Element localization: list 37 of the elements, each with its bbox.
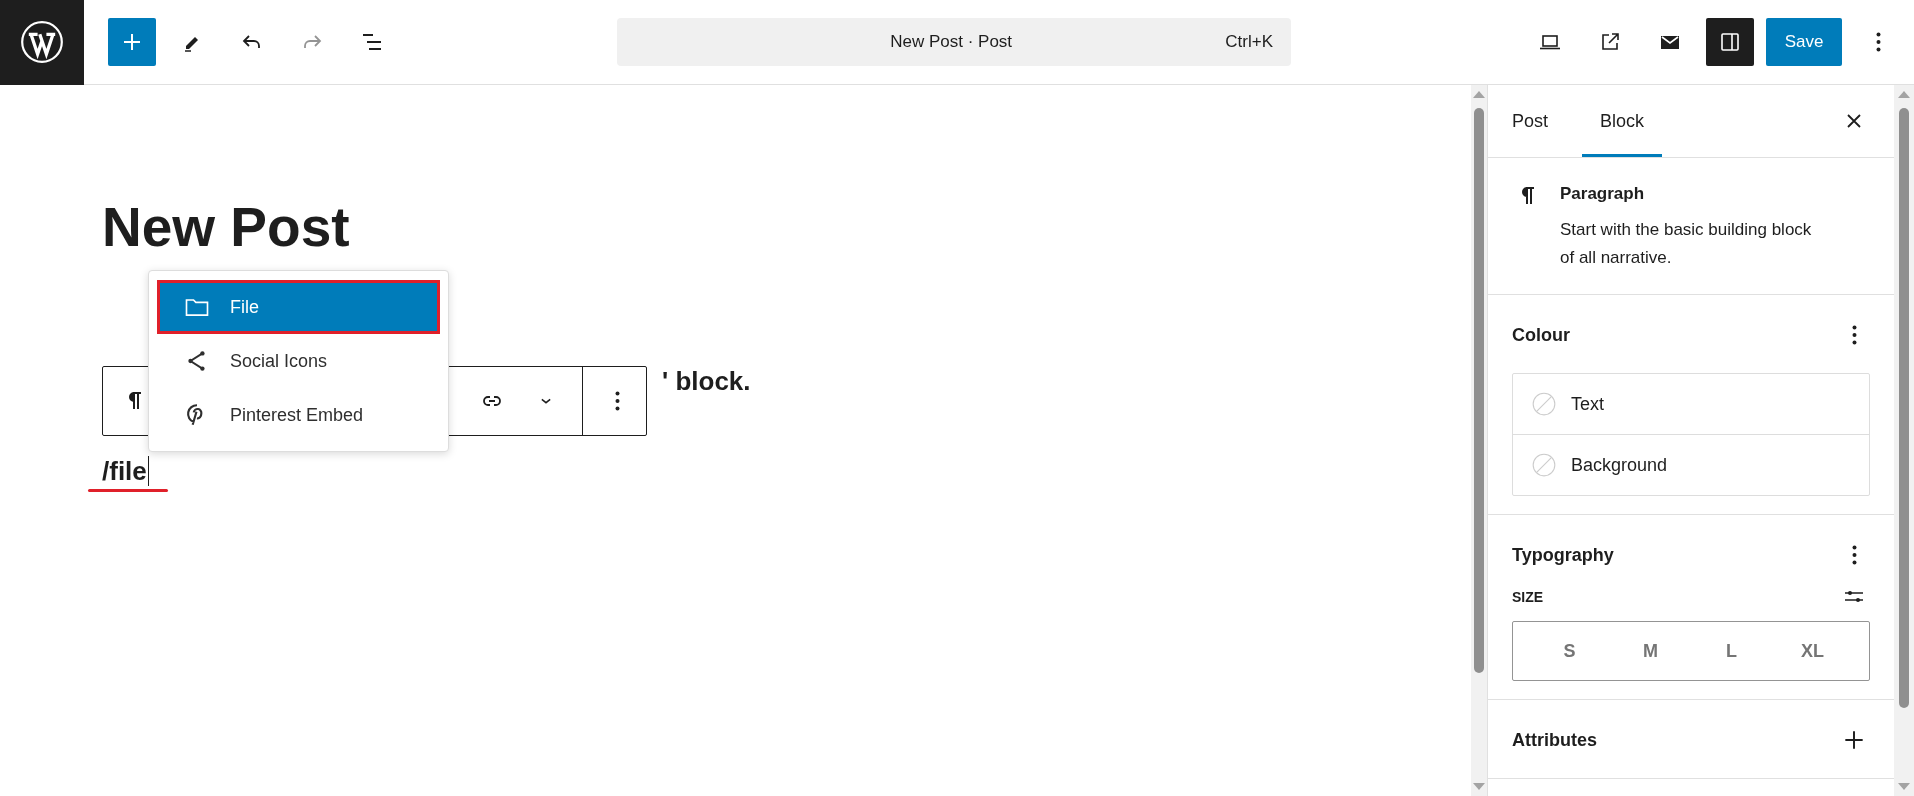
shortcut-label: Ctrl+K <box>1225 32 1274 52</box>
more-icon <box>1851 325 1857 345</box>
no-color-icon <box>1531 452 1557 478</box>
sidebar-icon <box>1718 30 1742 54</box>
color-option[interactable]: Background <box>1513 434 1869 495</box>
post-title[interactable]: New Post <box>102 195 1471 259</box>
paragraph-text[interactable]: /file <box>102 455 147 487</box>
color-option[interactable]: Text <box>1513 374 1869 434</box>
sidebar-tab[interactable]: Post <box>1510 85 1567 157</box>
menu-item[interactable]: File <box>157 280 440 334</box>
settings-button[interactable] <box>1706 18 1754 66</box>
text-cursor <box>147 456 149 486</box>
menu-item[interactable]: Social Icons <box>157 334 440 388</box>
document-title: New Post · Post <box>889 32 1014 52</box>
panel-title[interactable]: Attributes <box>1512 729 1597 751</box>
logo-icon[interactable] <box>0 0 84 85</box>
more-icon <box>1875 32 1881 52</box>
block-name: Paragraph <box>1560 184 1646 204</box>
block-description: Start with the basic building block of all narrative. <box>1560 219 1813 269</box>
size-option[interactable]: M <box>1610 622 1691 680</box>
more-icon <box>614 391 620 411</box>
size-option[interactable]: S <box>1529 622 1610 680</box>
menu-item[interactable]: Pinterest Embed <box>157 388 440 442</box>
no-color-icon <box>1531 391 1557 417</box>
size-label: SIZE <box>1512 589 1544 605</box>
paragraph-text: ' block. <box>662 365 751 397</box>
command-bar[interactable]: New Post · Post Ctrl+K <box>617 18 1291 66</box>
add-block-button[interactable] <box>108 18 156 66</box>
scrollbar[interactable] <box>1894 85 1914 796</box>
scrollbar[interactable] <box>1471 85 1487 796</box>
save-button[interactable]: Save <box>1766 18 1842 66</box>
more-icon <box>1851 545 1857 565</box>
size-option[interactable]: XL <box>1772 622 1853 680</box>
size-option[interactable]: L <box>1691 622 1772 680</box>
panel-title[interactable]: Colour <box>1512 324 1570 346</box>
sidebar-tab[interactable]: Block <box>1582 85 1663 157</box>
panel-title[interactable]: Typography <box>1512 544 1614 566</box>
